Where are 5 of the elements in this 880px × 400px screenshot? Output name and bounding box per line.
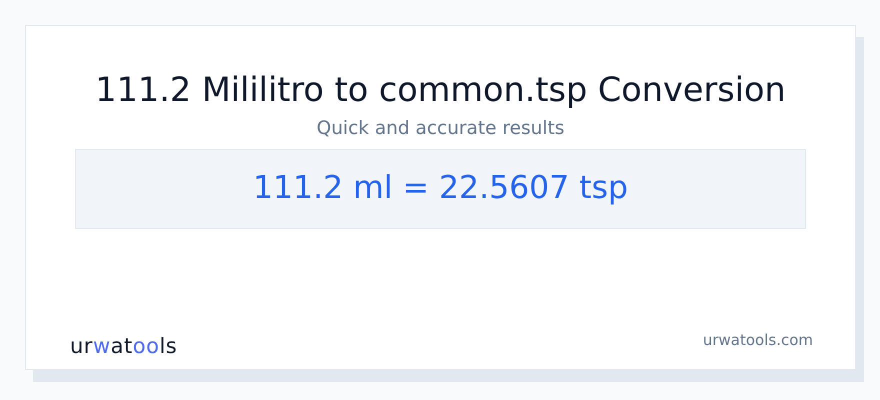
page-title: 111.2 Mililitro to common.tsp Conversion	[95, 70, 786, 110]
result-text: 111.2 ml = 22.5607 tsp	[252, 169, 628, 208]
subtitle: Quick and accurate results	[316, 117, 564, 141]
logo: urwatools	[70, 333, 178, 359]
site-url: urwatools.com	[702, 330, 813, 351]
